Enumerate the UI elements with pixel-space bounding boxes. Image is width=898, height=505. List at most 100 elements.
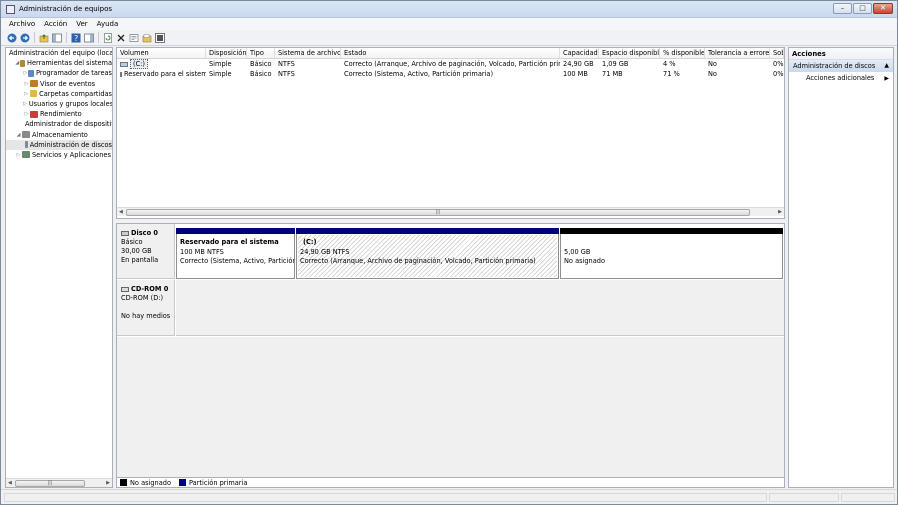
tree-item[interactable]: ▷ Programador de tareas	[6, 68, 112, 78]
expand-arrow-icon[interactable]: ▷	[23, 91, 30, 97]
legend-primary-label: Partición primaria	[189, 478, 248, 487]
storage-icon	[22, 131, 30, 139]
tree-rows: Administración del equipo (local) ◢ Herram…	[6, 48, 112, 160]
tree-item[interactable]: Administrador de dispositivos	[6, 119, 112, 129]
column-header-tipo[interactable]: Tipo	[247, 48, 275, 58]
scroll-left-icon[interactable]: ◀	[119, 209, 123, 215]
refresh-icon[interactable]	[103, 32, 113, 43]
app-icon	[6, 5, 15, 14]
volume-type: Básico	[250, 70, 272, 78]
volume-status: Correcto (Arranque, Archivo de paginació…	[344, 60, 560, 68]
legend-unallocated-label: No asignado	[130, 478, 171, 487]
more-actions-item[interactable]: Acciones adicionales ▶	[789, 72, 893, 85]
cdrom-0-label[interactable]: CD-ROM 0 CD-ROM (D:) No hay medios	[117, 280, 175, 336]
partition-reservado[interactable]: Reservado para el sistema 100 MB NTFS Co…	[176, 228, 295, 279]
scroll-right-icon[interactable]: ▶	[106, 480, 110, 486]
help-icon[interactable]: ?	[71, 33, 81, 43]
hard-disk-icon	[121, 231, 129, 236]
tree-item[interactable]: ▷ Rendimiento	[6, 109, 112, 119]
event-viewer-icon	[30, 80, 38, 88]
disk-name: CD-ROM 0	[131, 285, 169, 293]
actions-section-disk-management[interactable]: Administración de discos ▲	[789, 60, 893, 72]
menu-archivo[interactable]: Archivo	[9, 20, 35, 28]
maximize-button[interactable]: □	[853, 3, 872, 14]
scroll-right-icon[interactable]: ▶	[778, 209, 782, 215]
tree-item[interactable]: Administración del equipo (local)	[6, 48, 112, 58]
disk-0-label[interactable]: Disco 0 Básico 30,00 GB En pantalla	[117, 224, 175, 279]
menu-accion[interactable]: Acción	[44, 20, 67, 28]
disk-type: Básico	[121, 238, 143, 246]
properties-icon[interactable]	[129, 33, 139, 43]
volume-capacity: 100 MB	[563, 70, 588, 78]
volume-free-percent: 71 %	[663, 70, 680, 78]
cdrom-status: No hay medios	[121, 312, 171, 320]
column-header-volumen[interactable]: Volumen	[117, 48, 206, 58]
tree-item[interactable]: ▷ Carpetas compartidas	[6, 89, 112, 99]
up-folder-icon[interactable]	[39, 33, 49, 43]
open-icon[interactable]	[142, 33, 152, 43]
tree-item-label: Administración de discos	[29, 140, 112, 149]
expand-arrow-icon[interactable]: ▷	[23, 81, 30, 87]
actions-header: Acciones	[789, 48, 893, 60]
partition-title: (C:)	[303, 238, 317, 246]
expand-arrow-icon[interactable]: ◢	[15, 132, 22, 138]
table-row[interactable]: (C:) Simple Básico NTFS Correcto (Arranq…	[117, 59, 784, 69]
navigation-tree[interactable]: Administración del equipo (local) ◢ Herram…	[5, 47, 113, 488]
forward-arrow-icon[interactable]	[20, 33, 30, 43]
expand-arrow-icon[interactable]: ▷	[23, 111, 30, 117]
legend-unallocated-swatch	[120, 479, 127, 486]
toolbar: ?	[1, 30, 897, 46]
column-header-capacidad[interactable]: Capacidad	[560, 48, 599, 58]
column-header-espacio-disponible[interactable]: Espacio disponible	[599, 48, 660, 58]
tree-item[interactable]: ▷ Visor de eventos	[6, 79, 112, 89]
tree-scroll-thumb[interactable]: |||	[15, 480, 85, 487]
table-row[interactable]: Reservado para el sistema Simple Básico …	[117, 69, 784, 79]
export-icon[interactable]	[155, 32, 165, 43]
partition-c[interactable]: (C:) 24,90 GB NTFS Correcto (Arranque, A…	[296, 228, 559, 279]
partition-unallocated[interactable]: 5,00 GB No asignado	[560, 228, 783, 279]
submenu-arrow-icon: ▶	[884, 75, 889, 82]
expand-arrow-icon[interactable]: ▷	[15, 152, 22, 158]
expand-arrow-icon[interactable]: ◢	[15, 60, 20, 66]
tree-item[interactable]: ▷ Usuarios y grupos locales	[6, 99, 112, 109]
disk-status: En pantalla	[121, 256, 159, 264]
show-hide-action-icon[interactable]	[84, 33, 94, 43]
collapse-up-icon[interactable]: ▲	[884, 60, 889, 72]
volume-name: (C:)	[130, 59, 148, 69]
column-header-tolerancia-errores[interactable]: Tolerancia a errores	[705, 48, 770, 58]
delete-icon[interactable]	[116, 33, 126, 43]
scroll-left-icon[interactable]: ◀	[8, 480, 12, 486]
column-header-sistema-archivos[interactable]: Sistema de archivos	[275, 48, 341, 58]
tree-item[interactable]: ◢ Herramientas del sistema	[6, 58, 112, 68]
services-icon	[22, 151, 30, 159]
close-button[interactable]: ✕	[873, 3, 893, 14]
volume-list: Volumen Disposición Tipo Sistema de arch…	[116, 47, 785, 219]
menu-ver[interactable]: Ver	[76, 20, 87, 28]
partition-title: Reservado para el sistema	[180, 238, 279, 246]
more-actions-label: Acciones adicionales	[806, 74, 875, 82]
minimize-button[interactable]: –	[833, 3, 852, 14]
tree-item[interactable]: ▷ Servicios y Aplicaciones	[6, 150, 112, 160]
menu-ayuda[interactable]: Ayuda	[97, 20, 119, 28]
tree-item[interactable]: ◢ Almacenamiento	[6, 130, 112, 140]
status-panel-main	[4, 493, 767, 502]
title-bar[interactable]: Administración de equipos – □ ✕	[1, 1, 897, 18]
tree-item[interactable]: Administración de discos	[6, 139, 112, 150]
disk-map-empty-area	[117, 337, 784, 477]
partition-status: Correcto (Arranque, Archivo de paginació…	[300, 257, 536, 265]
column-header-estado[interactable]: Estado	[341, 48, 560, 58]
back-arrow-icon[interactable]	[7, 33, 17, 43]
svg-text:?: ?	[74, 34, 78, 43]
partition-status: Correcto (Sistema, Activo, Partición pri…	[180, 257, 294, 265]
tree-item-label: Servicios y Aplicaciones	[32, 150, 111, 159]
tree-horizontal-scrollbar[interactable]: ◀ ||| ▶	[6, 478, 112, 487]
column-header-disposicion[interactable]: Disposición	[206, 48, 247, 58]
column-header-porcentaje-disponible[interactable]: % disponible	[660, 48, 705, 58]
toolbar-separator	[98, 32, 99, 43]
volume-scroll-thumb[interactable]: |||	[126, 209, 750, 216]
volume-horizontal-scrollbar[interactable]: ◀ ||| ▶	[117, 207, 784, 216]
show-hide-tree-icon[interactable]	[52, 33, 62, 43]
column-header-sobrecarga[interactable]: Sob	[770, 48, 784, 58]
expand-arrow-icon[interactable]: ▷	[23, 101, 27, 107]
shared-folder-icon	[29, 90, 38, 98]
